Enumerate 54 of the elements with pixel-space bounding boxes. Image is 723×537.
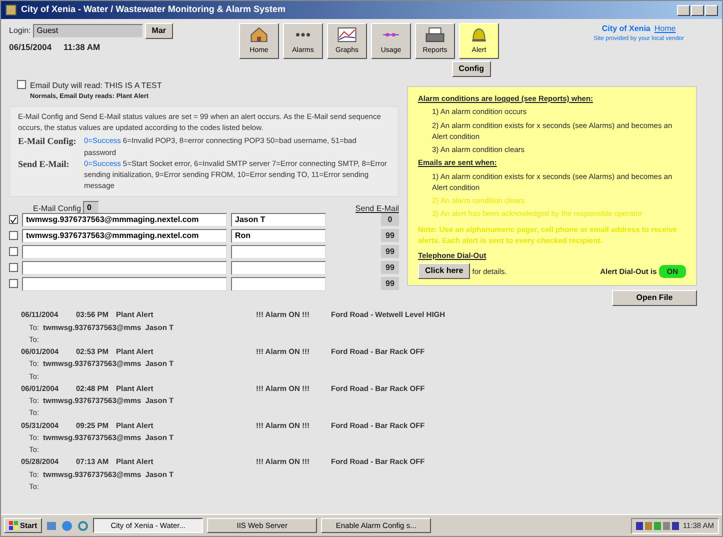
code-label: Send E-Mail: [18,158,70,171]
status-value: 99 [381,261,399,274]
details-button[interactable]: Click here [418,263,470,280]
email-config-field[interactable]: 0 [83,200,100,214]
email-field[interactable] [22,260,227,274]
logout-button[interactable]: Mar [144,23,174,39]
login-label: Login: [9,25,31,37]
email-field[interactable] [22,276,227,290]
status-value: 99 [381,229,399,242]
status-value: 0 [381,213,399,226]
login-field[interactable]: Guest [32,24,143,38]
status-value: 99 [381,277,399,290]
test-mode-label: Email Duty will read: THIS IS A TEST [30,80,162,92]
open-file-button[interactable]: Open File [612,290,697,306]
refresh-icon [77,520,90,532]
email-field[interactable] [22,244,227,258]
name-field[interactable] [231,276,326,290]
name-field[interactable]: Jason T [231,212,326,226]
org-name: City of Xenia [602,23,650,35]
quick-launch-icon [46,520,58,532]
date-text: 06/15/2004 [9,41,52,54]
windows-logo-icon [9,521,18,530]
status-value: 99 [381,245,399,258]
home-link[interactable]: Home [654,23,676,35]
bell-icon [469,26,489,44]
printer-icon [425,26,445,44]
checkbox[interactable] [9,231,18,240]
email-field[interactable]: twmwsg.9376737563@mmmaging.nextel.com [22,212,227,226]
name-field[interactable]: Ron [231,228,326,242]
checkbox[interactable] [9,247,18,256]
checkbox[interactable] [9,263,18,272]
time-text: 11:38 AM [64,41,100,54]
checkbox[interactable] [9,279,18,288]
name-field[interactable] [231,260,326,274]
checkbox[interactable] [9,215,18,224]
close-button[interactable] [705,4,718,16]
house-icon [249,26,269,44]
send-email-label: Send E-Mail [355,202,399,214]
config-button[interactable]: Config [452,61,491,77]
checkbox[interactable] [17,80,26,89]
line-icon [382,33,400,36]
name-field[interactable] [231,244,326,258]
tray-icons-drawing [636,520,680,532]
code-label: E-Mail Config: [18,135,78,148]
dots-icon [295,33,311,36]
app-icon [5,4,17,16]
window-title: City of Xenia - Water / Wastewater Monitoring & Alarm System [21,3,286,16]
email-field[interactable]: twmwsg.9376737563@mmmaging.nextel.com [22,228,227,242]
graph-icon [337,26,357,44]
check-icon [10,216,17,224]
minimize-button[interactable] [677,4,690,16]
browser-icon [61,520,74,532]
email-config-label: E-Mail Config [33,202,82,214]
maximize-button[interactable] [691,4,704,16]
